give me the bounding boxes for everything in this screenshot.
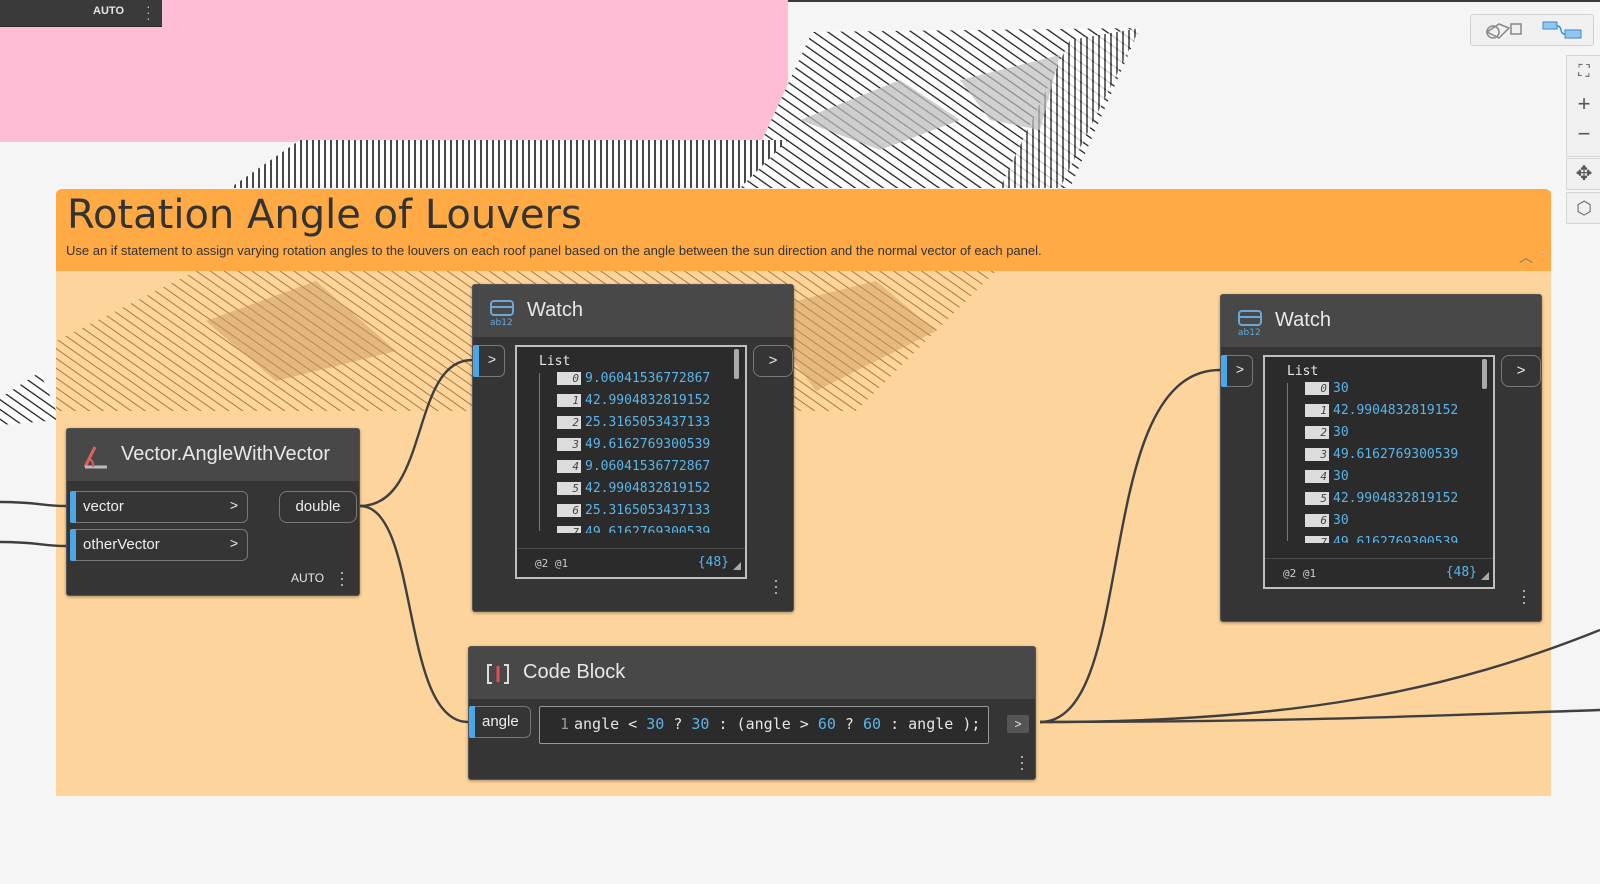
- list-label: List: [539, 354, 571, 369]
- list-count: {48}: [1445, 565, 1477, 580]
- list-item: 7 49.6162769300539: [1305, 535, 1515, 543]
- list-item: 6 25.3165053437133: [557, 503, 767, 525]
- port-label: angle: [482, 713, 519, 730]
- collapse-chevron-icon[interactable]: ︿: [1519, 247, 1533, 267]
- list-item: 4 30: [1305, 469, 1515, 491]
- list-item: 6 30: [1305, 513, 1515, 535]
- list-item: 4 9.06041536772867: [557, 459, 767, 481]
- line-number: 1: [560, 715, 570, 733]
- list-tree-line: [539, 373, 540, 531]
- zoom-in-icon[interactable]: +: [1567, 90, 1600, 118]
- node-menu-icon[interactable]: · · ·: [1521, 581, 1527, 611]
- list-item: 3 49.6162769300539: [557, 437, 767, 459]
- zoom-fit-icon[interactable]: ⛶: [1567, 58, 1600, 86]
- watch-node-2[interactable]: ab12 Watch > > List 0 30 1 42.990483281915…: [1220, 294, 1542, 622]
- vector-angle-node[interactable]: Vector.AngleWithVector vector > otherVec…: [66, 428, 360, 596]
- output-port[interactable]: >: [1007, 715, 1029, 733]
- list-levels: @2 @1: [1283, 567, 1317, 580]
- list-item: 0 9.06041536772867: [557, 371, 767, 393]
- zoom-controls: ⛶ + −: [1566, 55, 1600, 157]
- node-header[interactable]: ab12 Watch: [473, 285, 793, 337]
- port-arrow: >: [487, 351, 496, 367]
- port-arrow: >: [1235, 361, 1244, 377]
- code-block-icon: [487, 664, 509, 684]
- node-header[interactable]: ab12 Watch: [1221, 295, 1541, 347]
- roof-panel-shade: [800, 80, 960, 150]
- watch-node-1[interactable]: ab12 Watch > > List 0 9.06041536772867 14…: [472, 284, 794, 612]
- node-menu-icon[interactable]: · · ·: [146, 0, 151, 25]
- port-arrow: >: [229, 535, 238, 551]
- resize-grip-icon[interactable]: [1481, 572, 1489, 580]
- watch-list-view[interactable]: List 0 30 1 42.9904832819152 2 30 3 49.61627…: [1263, 355, 1495, 589]
- input-port-othervector[interactable]: otherVector >: [70, 529, 248, 561]
- watch-footer: @2 @1 {48}: [1265, 558, 1493, 587]
- node-menu-icon[interactable]: · · ·: [1019, 747, 1025, 777]
- input-port[interactable]: >: [1221, 355, 1253, 387]
- code-editor[interactable]: 1 angle < 30 ? 30 : (angle > 60 ? 60 : a…: [539, 706, 989, 744]
- vector-angle-icon: [83, 446, 107, 469]
- input-port-vector[interactable]: vector >: [70, 491, 248, 523]
- lacing-label[interactable]: AUTO: [291, 571, 324, 585]
- node-menu-icon[interactable]: · · ·: [339, 563, 345, 593]
- input-port-angle[interactable]: angle: [469, 706, 531, 738]
- port-marker: [70, 529, 76, 561]
- group-menu-icon[interactable]: · · ·: [1541, 245, 1545, 265]
- list-item: 0 30: [1305, 381, 1515, 403]
- resize-grip-icon[interactable]: [733, 562, 741, 570]
- roof-panel-shade-2: [960, 55, 1060, 130]
- roof-panel-top: [740, 28, 1140, 188]
- node-title: Code Block: [523, 661, 626, 683]
- list-tree-line: [1287, 383, 1288, 541]
- list-item: 2 25.3165053437133: [557, 415, 767, 437]
- list-item: 7 49.6162769300539: [557, 525, 767, 533]
- watch-icon: ab12: [490, 300, 514, 327]
- graph-view-icon[interactable]: [1541, 18, 1585, 42]
- input-port[interactable]: >: [473, 345, 505, 377]
- roof-panel-left: [0, 372, 60, 425]
- 3d-view-icon[interactable]: [1483, 18, 1527, 42]
- list-item: 5 42.9904832819152: [557, 481, 767, 503]
- list-levels: @2 @1: [535, 557, 569, 570]
- list-label: List: [1287, 364, 1319, 379]
- output-port-double[interactable]: double: [279, 491, 357, 523]
- watch-list-view[interactable]: List 0 9.06041536772867 1 42.9904832819152…: [515, 345, 747, 579]
- view-toggle-bar[interactable]: [1470, 14, 1594, 46]
- node-title: Vector.AngleWithVector: [121, 443, 331, 465]
- list-item: 1 42.9904832819152: [557, 393, 767, 415]
- pan-icon[interactable]: ✥: [1566, 158, 1600, 190]
- group-header[interactable]: Rotation Angle of Louvers Use an if stat…: [56, 189, 1551, 271]
- list-count: {48}: [697, 555, 729, 570]
- watch-icon: ab12: [1238, 310, 1262, 337]
- watch-footer: @2 @1 {48}: [517, 548, 745, 577]
- group-title: Rotation Angle of Louvers: [67, 192, 582, 238]
- port-marker: [473, 345, 479, 377]
- node-title: Watch: [1275, 309, 1331, 331]
- port-marker: [469, 706, 475, 738]
- svg-text:ab12: ab12: [490, 318, 513, 327]
- group-description: Use an if statement to assign varying ro…: [66, 243, 1042, 258]
- view-cube-icon[interactable]: ⬡: [1566, 192, 1600, 224]
- roof-panel-row: [230, 140, 788, 188]
- list-item: 1 42.9904832819152: [1305, 403, 1515, 425]
- list-item: 5 42.9904832819152: [1305, 491, 1515, 513]
- node-header[interactable]: Code Block: [469, 647, 1035, 699]
- node-header[interactable]: Vector.AngleWithVector: [67, 429, 359, 481]
- svg-text:ab12: ab12: [1238, 328, 1261, 337]
- node-menu-icon[interactable]: · · ·: [773, 571, 779, 601]
- node-title: Watch: [527, 299, 583, 321]
- zoom-out-icon[interactable]: −: [1567, 120, 1600, 148]
- lacing-node-partial[interactable]: AUTO · · ·: [0, 0, 162, 27]
- list-item: 2 30: [1305, 425, 1515, 447]
- port-label: vector: [83, 498, 124, 515]
- list-item: 3 49.6162769300539: [1305, 447, 1515, 469]
- code-text[interactable]: angle < 30 ? 30 : (angle > 60 ? 60 : ang…: [574, 715, 980, 733]
- lacing-label: AUTO: [93, 5, 124, 17]
- port-marker: [70, 491, 76, 523]
- port-marker: [1221, 355, 1227, 387]
- port-label: otherVector: [83, 536, 160, 553]
- code-block-node[interactable]: Code Block angle 1 angle < 30 ? 30 : (an…: [468, 646, 1036, 780]
- port-arrow: >: [229, 497, 238, 513]
- roof-panel-edge: [1000, 28, 1140, 188]
